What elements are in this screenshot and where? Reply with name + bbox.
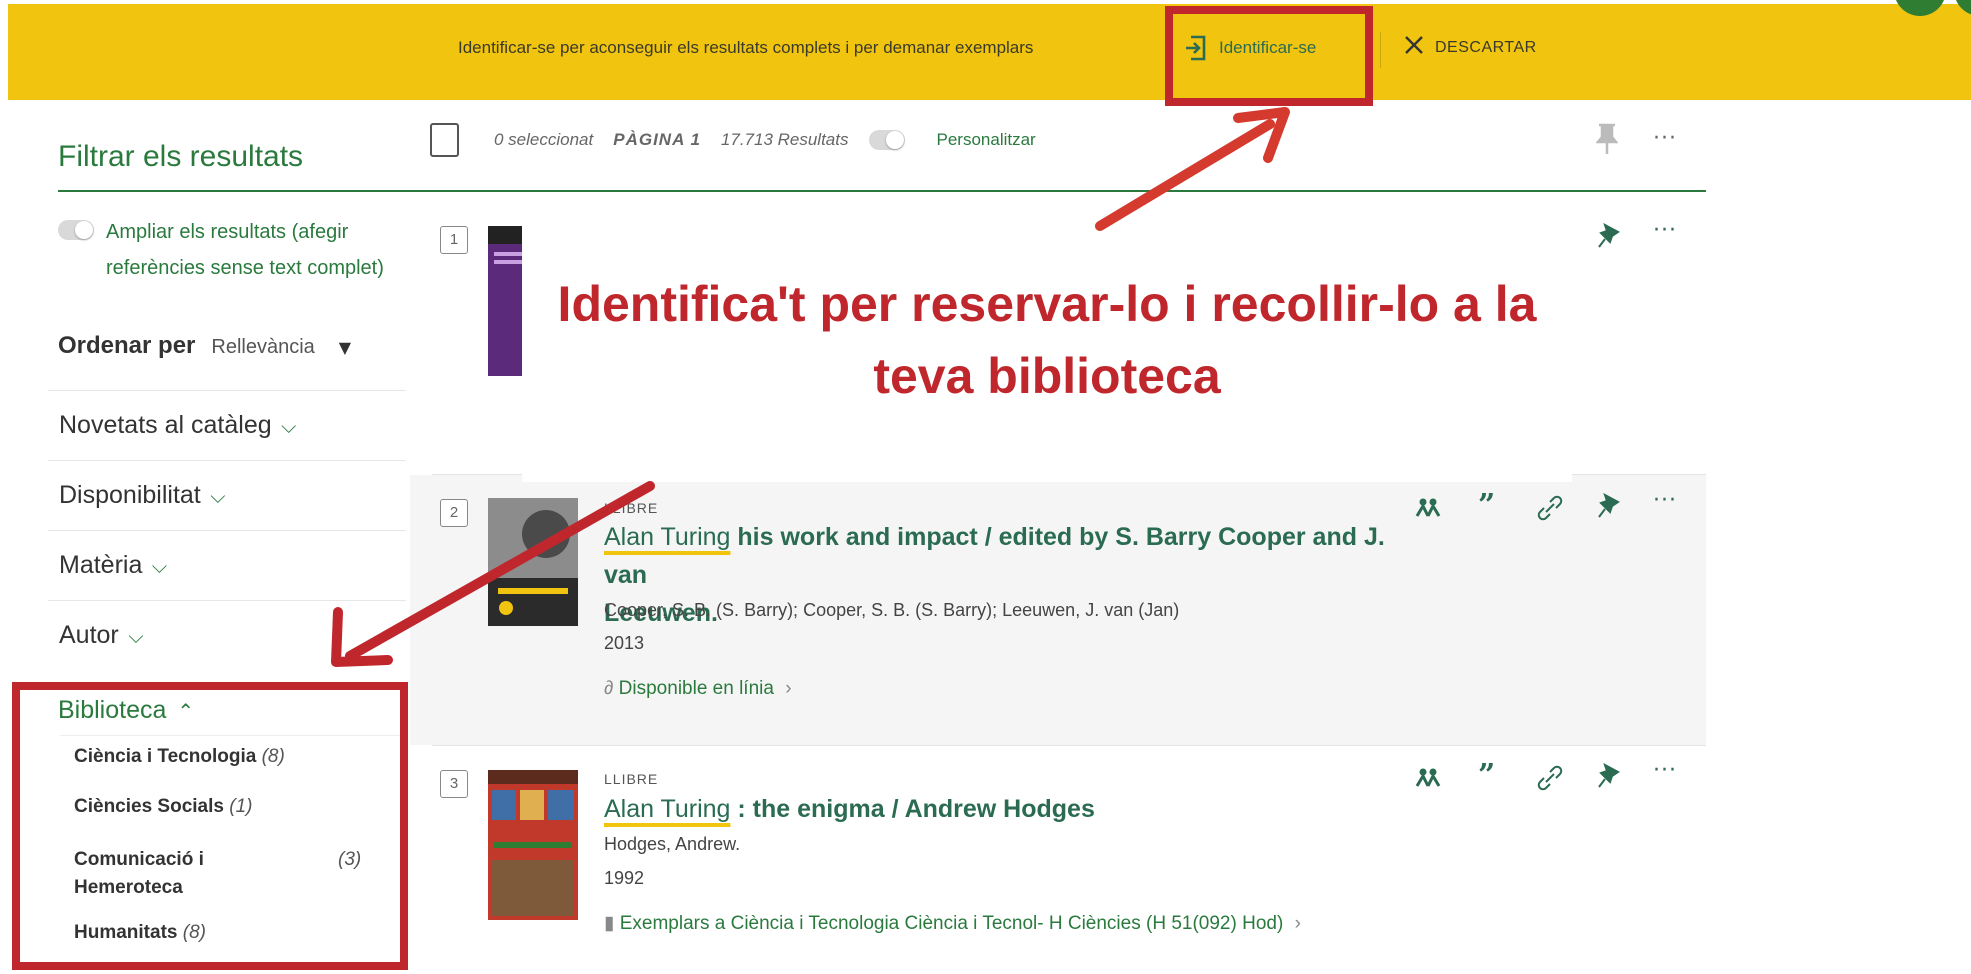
pin-icon[interactable]: [1596, 222, 1624, 250]
dismiss-button[interactable]: DESCARTAR: [1403, 34, 1537, 61]
citation-trail-icon[interactable]: [1414, 494, 1442, 522]
sort-label: Ordenar per: [58, 332, 196, 359]
banner-message: Identificar-se per aconseguir els result…: [458, 38, 1034, 57]
more-options-icon[interactable]: ···: [1653, 126, 1677, 151]
title-highlight: Alan Turing: [604, 523, 731, 551]
result-number: 3: [440, 770, 468, 798]
quote-icon[interactable]: ”: [1478, 488, 1495, 523]
page-indicator: PÀGINA 1: [613, 130, 701, 149]
instruction-line: teva biblioteca: [873, 348, 1221, 404]
personalize-label: Personalitzar: [936, 130, 1036, 149]
more-options-icon[interactable]: ···: [1653, 218, 1677, 243]
permalink-icon[interactable]: [1536, 494, 1564, 522]
chevron-down-icon: ⌵: [146, 556, 168, 578]
result-year: 2013: [604, 633, 645, 653]
availability-text: Exemplars a Ciència i Tecnologia Ciència…: [619, 913, 1284, 934]
chevron-right-icon: ›: [785, 678, 792, 699]
result-number: 2: [440, 499, 468, 527]
availability-link[interactable]: ▮ Exemplars a Ciència i Tecnologia Ciènc…: [604, 912, 1301, 935]
personalize-toggle[interactable]: [868, 130, 909, 150]
banner-divider: [1380, 32, 1381, 68]
filter-title: Filtrar els resultats: [58, 140, 304, 173]
quote-icon[interactable]: ”: [1478, 758, 1495, 793]
dropdown-caret-icon: ▼: [338, 338, 352, 357]
title-text: : the enigma / Andrew Hodges: [730, 795, 1095, 823]
facet-author[interactable]: Autor ⌵: [48, 600, 406, 668]
select-all-checkbox[interactable]: [430, 123, 459, 157]
sort-value: Rellevància: [211, 336, 315, 358]
chevron-down-icon: ⌵: [204, 486, 226, 508]
result-authors: Cooper, S. B. (S. Barry); Cooper, S. B. …: [604, 600, 1180, 620]
header-rule: [58, 190, 1706, 192]
arrow-to-login: [1095, 119, 1275, 231]
instruction-line: Identifica't per reservar-lo i recollir-…: [557, 276, 1537, 332]
pin-icon[interactable]: [1596, 762, 1624, 790]
facet-availability[interactable]: Disponibilitat ⌵: [48, 460, 406, 528]
availability-link[interactable]: ∂ Disponible en línia ›: [604, 678, 792, 700]
dismiss-label: DESCARTAR: [1435, 38, 1537, 56]
chevron-down-icon: ⌵: [275, 416, 297, 438]
result-authors: Hodges, Andrew.: [604, 834, 741, 854]
facet-label: Novetats al catàleg: [59, 411, 272, 439]
corner-decoration: [1896, 0, 1971, 16]
close-icon: [1403, 34, 1425, 61]
more-options-icon[interactable]: ···: [1653, 758, 1677, 783]
pin-icon[interactable]: [1596, 492, 1624, 520]
arrowhead-login: [1233, 107, 1290, 163]
availability-text: Disponible en línia: [618, 678, 774, 699]
facet-subject[interactable]: Matèria ⌵: [48, 530, 406, 598]
instruction-text: Identifica't per reservar-lo i recollir-…: [522, 268, 1572, 412]
book-cover: [488, 770, 578, 920]
result-year: 1992: [604, 868, 645, 888]
result-number: 1: [440, 226, 468, 254]
book-cover: [488, 498, 578, 626]
facet-label: Disponibilitat: [59, 481, 201, 509]
sort-control[interactable]: Ordenar per Rellevància ▼: [58, 332, 351, 360]
expand-results-label: Ampliar els resultats (afegir referèncie…: [106, 221, 384, 279]
facet-label: Matèria: [59, 551, 143, 579]
login-highlight-box: [1165, 6, 1373, 106]
library-highlight-box: [12, 682, 408, 970]
row-divider: [432, 745, 1706, 746]
facet-label: Autor: [59, 621, 119, 649]
expand-results-toggle[interactable]: [58, 220, 94, 240]
book-icon: ▮: [604, 913, 620, 934]
result-type: LLIBRE: [604, 500, 659, 516]
citation-trail-icon[interactable]: [1414, 764, 1442, 792]
pin-icon[interactable]: [1596, 122, 1618, 156]
results-header: 0 seleccionat PÀGINA 1 17.713 Resultats …: [494, 130, 1036, 150]
result-type: LLIBRE: [604, 771, 659, 787]
permalink-icon[interactable]: [1536, 764, 1564, 792]
chevron-down-icon: ⌵: [122, 626, 144, 648]
link-icon: ∂: [604, 678, 619, 699]
result-title-link[interactable]: Alan Turing : the enigma / Andrew Hodges: [604, 790, 1404, 828]
chevron-right-icon: ›: [1294, 913, 1301, 934]
title-highlight: Alan Turing: [604, 795, 731, 823]
results-count: 17.713 Resultats: [720, 130, 849, 149]
facet-new-items[interactable]: Novetats al catàleg ⌵: [48, 390, 406, 458]
selected-count: 0 seleccionat: [494, 130, 594, 149]
more-options-icon[interactable]: ···: [1653, 488, 1677, 513]
